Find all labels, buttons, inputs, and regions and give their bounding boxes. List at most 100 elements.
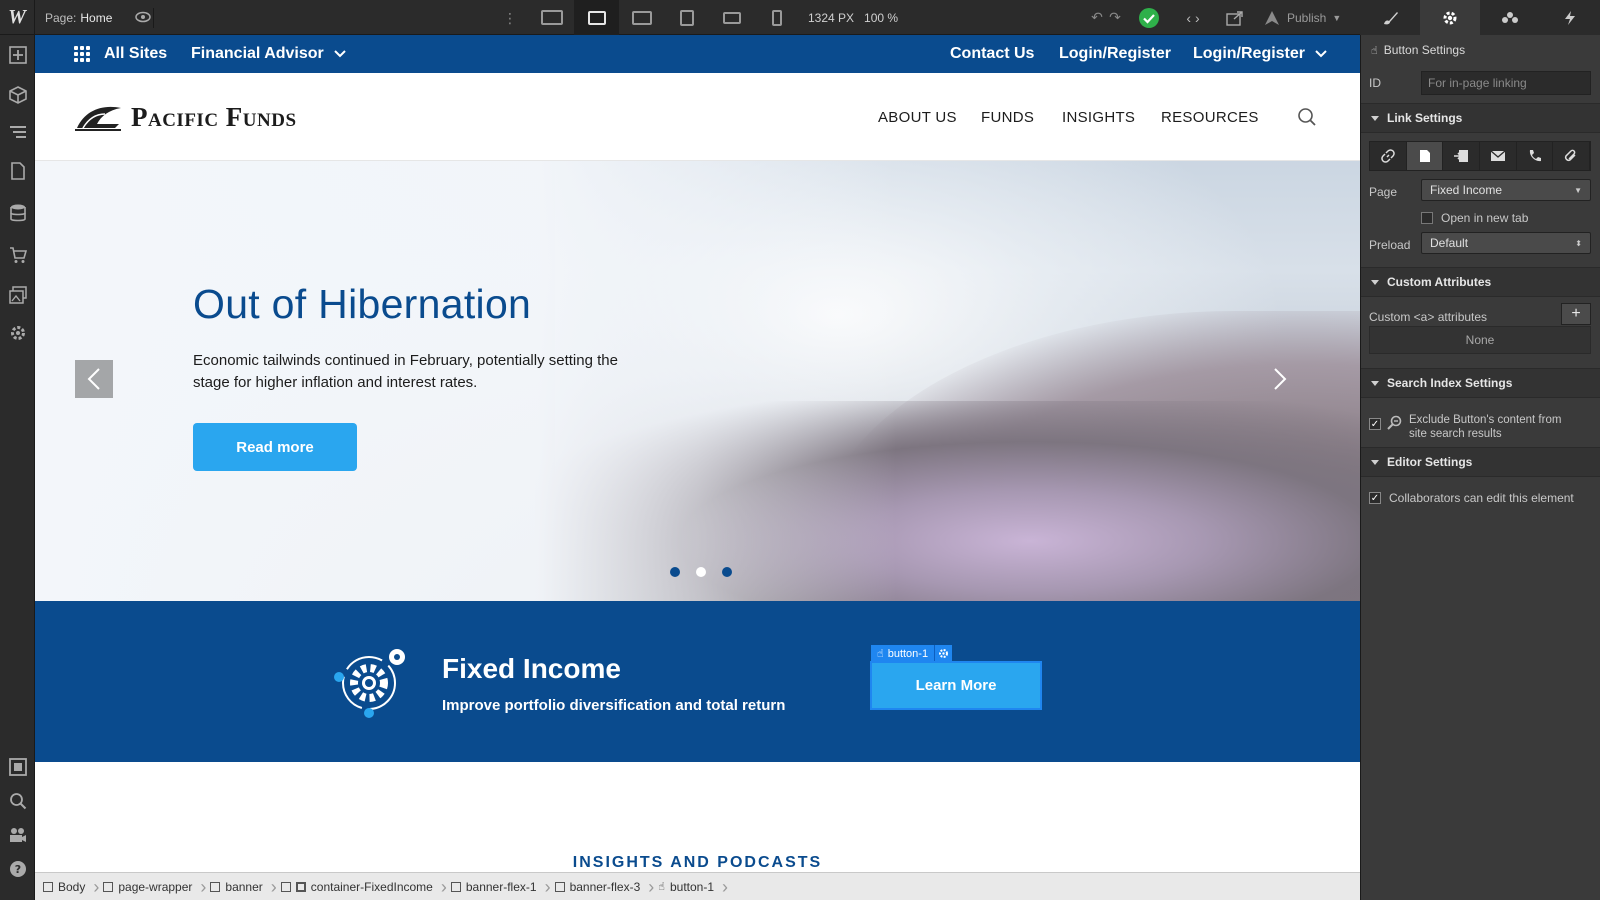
exclude-search-checkbox[interactable]: ✓ (1369, 418, 1381, 430)
collaborators-row[interactable]: ✓ Collaborators can edit this element (1369, 491, 1574, 505)
url-link-icon[interactable] (1370, 142, 1407, 170)
search-index-label: Search Index Settings (1387, 376, 1513, 390)
id-label: ID (1369, 76, 1381, 90)
export-icon[interactable] (1222, 0, 1248, 35)
selected-element-tag[interactable]: ☝ button-1 (871, 645, 953, 662)
all-sites-link[interactable]: All Sites (104, 35, 167, 73)
cms-database-icon[interactable] (0, 197, 35, 229)
file-attachment-icon[interactable] (1553, 142, 1591, 170)
container-box-icon (295, 881, 306, 892)
symbols-cube-icon[interactable] (0, 79, 35, 111)
add-panel-icon[interactable] (0, 39, 35, 71)
breakpoint-mobile-landscape-icon[interactable] (709, 0, 754, 35)
panel-header: ☝ Button Settings (1371, 35, 1465, 65)
search-index-header[interactable]: Search Index Settings (1361, 368, 1600, 398)
slider-prev-arrow-icon[interactable] (75, 360, 113, 398)
breakpoint-large-desktop-icon[interactable] (529, 0, 574, 35)
read-more-button[interactable]: Read more (193, 423, 357, 471)
crumb-label: banner-flex-1 (465, 879, 537, 894)
open-new-tab-checkbox[interactable] (1421, 212, 1433, 224)
ecommerce-cart-icon[interactable] (0, 239, 35, 271)
style-manager-drops-icon[interactable] (1480, 0, 1540, 35)
collaborators-checkbox[interactable]: ✓ (1369, 492, 1381, 504)
redo-icon[interactable]: ↷ (1104, 0, 1126, 35)
nav-funds[interactable]: FUNDS (981, 73, 1034, 161)
section-link-icon[interactable] (1443, 142, 1481, 170)
preload-row: Preload (1369, 238, 1410, 252)
preload-select[interactable]: Default ⬍ (1421, 232, 1591, 254)
element-box-icon (210, 881, 221, 892)
caret-down-icon (1371, 115, 1379, 121)
crumb-banner-flex-1[interactable]: banner-flex-1 › (443, 873, 551, 900)
breakpoint-large-icon[interactable] (619, 0, 664, 35)
interactions-bolt-icon[interactable] (1540, 0, 1600, 35)
element-box-icon (103, 881, 114, 892)
crumb-label: banner-flex-3 (569, 879, 641, 894)
selected-element-name[interactable]: ☝ button-1 (871, 645, 935, 662)
link-settings-header[interactable]: Link Settings (1361, 103, 1600, 133)
custom-attributes-header[interactable]: Custom Attributes (1361, 267, 1600, 297)
add-attribute-plus-icon[interactable]: + (1561, 303, 1591, 325)
phone-link-icon[interactable] (1517, 142, 1554, 170)
assets-images-icon[interactable] (0, 279, 35, 311)
crumb-label: page-wrapper (118, 879, 193, 894)
exclude-search-row[interactable]: ✓ Exclude Button's content from site sea… (1369, 413, 1579, 441)
page-selector[interactable]: Page: Home (45, 0, 112, 35)
site-switcher[interactable]: Financial Advisor (191, 35, 346, 73)
settings-gear-icon[interactable] (1420, 0, 1480, 35)
fixed-income-gears-icon (331, 641, 411, 721)
pages-icon[interactable] (0, 155, 35, 187)
brand-logo[interactable]: Pacific Funds (75, 99, 297, 135)
crumb-container-fixedincome[interactable]: container-FixedIncome › (273, 873, 447, 900)
login-register-link[interactable]: Login/Register (1059, 35, 1171, 73)
site-search-icon[interactable] (1297, 107, 1317, 132)
editor-settings-header[interactable]: Editor Settings (1361, 447, 1600, 477)
breakpoint-desktop-icon[interactable] (574, 0, 619, 35)
nav-insights[interactable]: INSIGHTS (1062, 73, 1135, 161)
code-icon[interactable]: ‹ › (1180, 0, 1206, 35)
open-new-tab-row[interactable]: Open in new tab (1421, 211, 1528, 225)
status-check-icon[interactable] (1136, 0, 1162, 35)
learn-more-button[interactable]: Learn More (870, 661, 1042, 710)
crumb-label: button-1 (669, 879, 715, 894)
breakpoint-mobile-icon[interactable] (754, 0, 799, 35)
crumb-label: container-FixedIncome (310, 879, 433, 894)
page-label: Page: (45, 10, 77, 25)
page-link-icon[interactable] (1406, 142, 1444, 170)
more-vertical-icon[interactable]: ⋮ (503, 10, 517, 27)
email-link-icon[interactable] (1480, 142, 1517, 170)
style-brush-icon[interactable] (1360, 0, 1420, 35)
caret-down-icon: ▼ (1574, 185, 1582, 195)
breakpoint-tablet-icon[interactable] (664, 0, 709, 35)
rocket-icon (1265, 10, 1279, 25)
apps-grid-icon[interactable] (74, 46, 90, 62)
webflow-logo[interactable]: W (0, 0, 35, 35)
help-icon[interactable]: ? (0, 853, 35, 885)
search-icon[interactable] (0, 785, 35, 817)
slider-dot-2[interactable] (696, 567, 706, 577)
navigator-icon[interactable] (0, 117, 35, 149)
nav-about-us[interactable]: ABOUT US (878, 73, 957, 161)
login-register-dropdown[interactable]: Login/Register (1193, 35, 1327, 73)
crumb-banner-flex-3[interactable]: banner-flex-3 › (547, 873, 654, 900)
nav-resources[interactable]: RESOURCES (1161, 73, 1259, 161)
crumb-button-1[interactable]: ☝ button-1 › (650, 873, 728, 900)
video-tutorials-icon[interactable] (0, 819, 35, 851)
project-settings-gear-icon[interactable] (0, 317, 35, 349)
crumb-body[interactable]: Body › (35, 873, 99, 900)
slider-dot-3[interactable] (722, 567, 732, 577)
audit-panel-icon[interactable] (0, 751, 35, 783)
contact-us-link[interactable]: Contact Us (950, 35, 1034, 73)
collaborators-label: Collaborators can edit this element (1389, 491, 1574, 505)
slider-next-arrow-icon[interactable] (1261, 360, 1299, 398)
page-select[interactable]: Fixed Income ▼ (1421, 179, 1591, 201)
search-exclude-icon (1387, 415, 1403, 434)
id-input[interactable]: For in-page linking (1421, 71, 1591, 95)
crumb-banner[interactable]: banner › (202, 873, 277, 900)
slider-dot-1[interactable] (670, 567, 680, 577)
crumb-label: banner (225, 879, 263, 894)
crumb-page-wrapper[interactable]: page-wrapper › (95, 873, 206, 900)
element-settings-gear-icon[interactable] (934, 645, 953, 662)
publish-button[interactable]: Publish ▼ (1263, 0, 1341, 35)
preview-eye-icon[interactable] (134, 8, 154, 28)
